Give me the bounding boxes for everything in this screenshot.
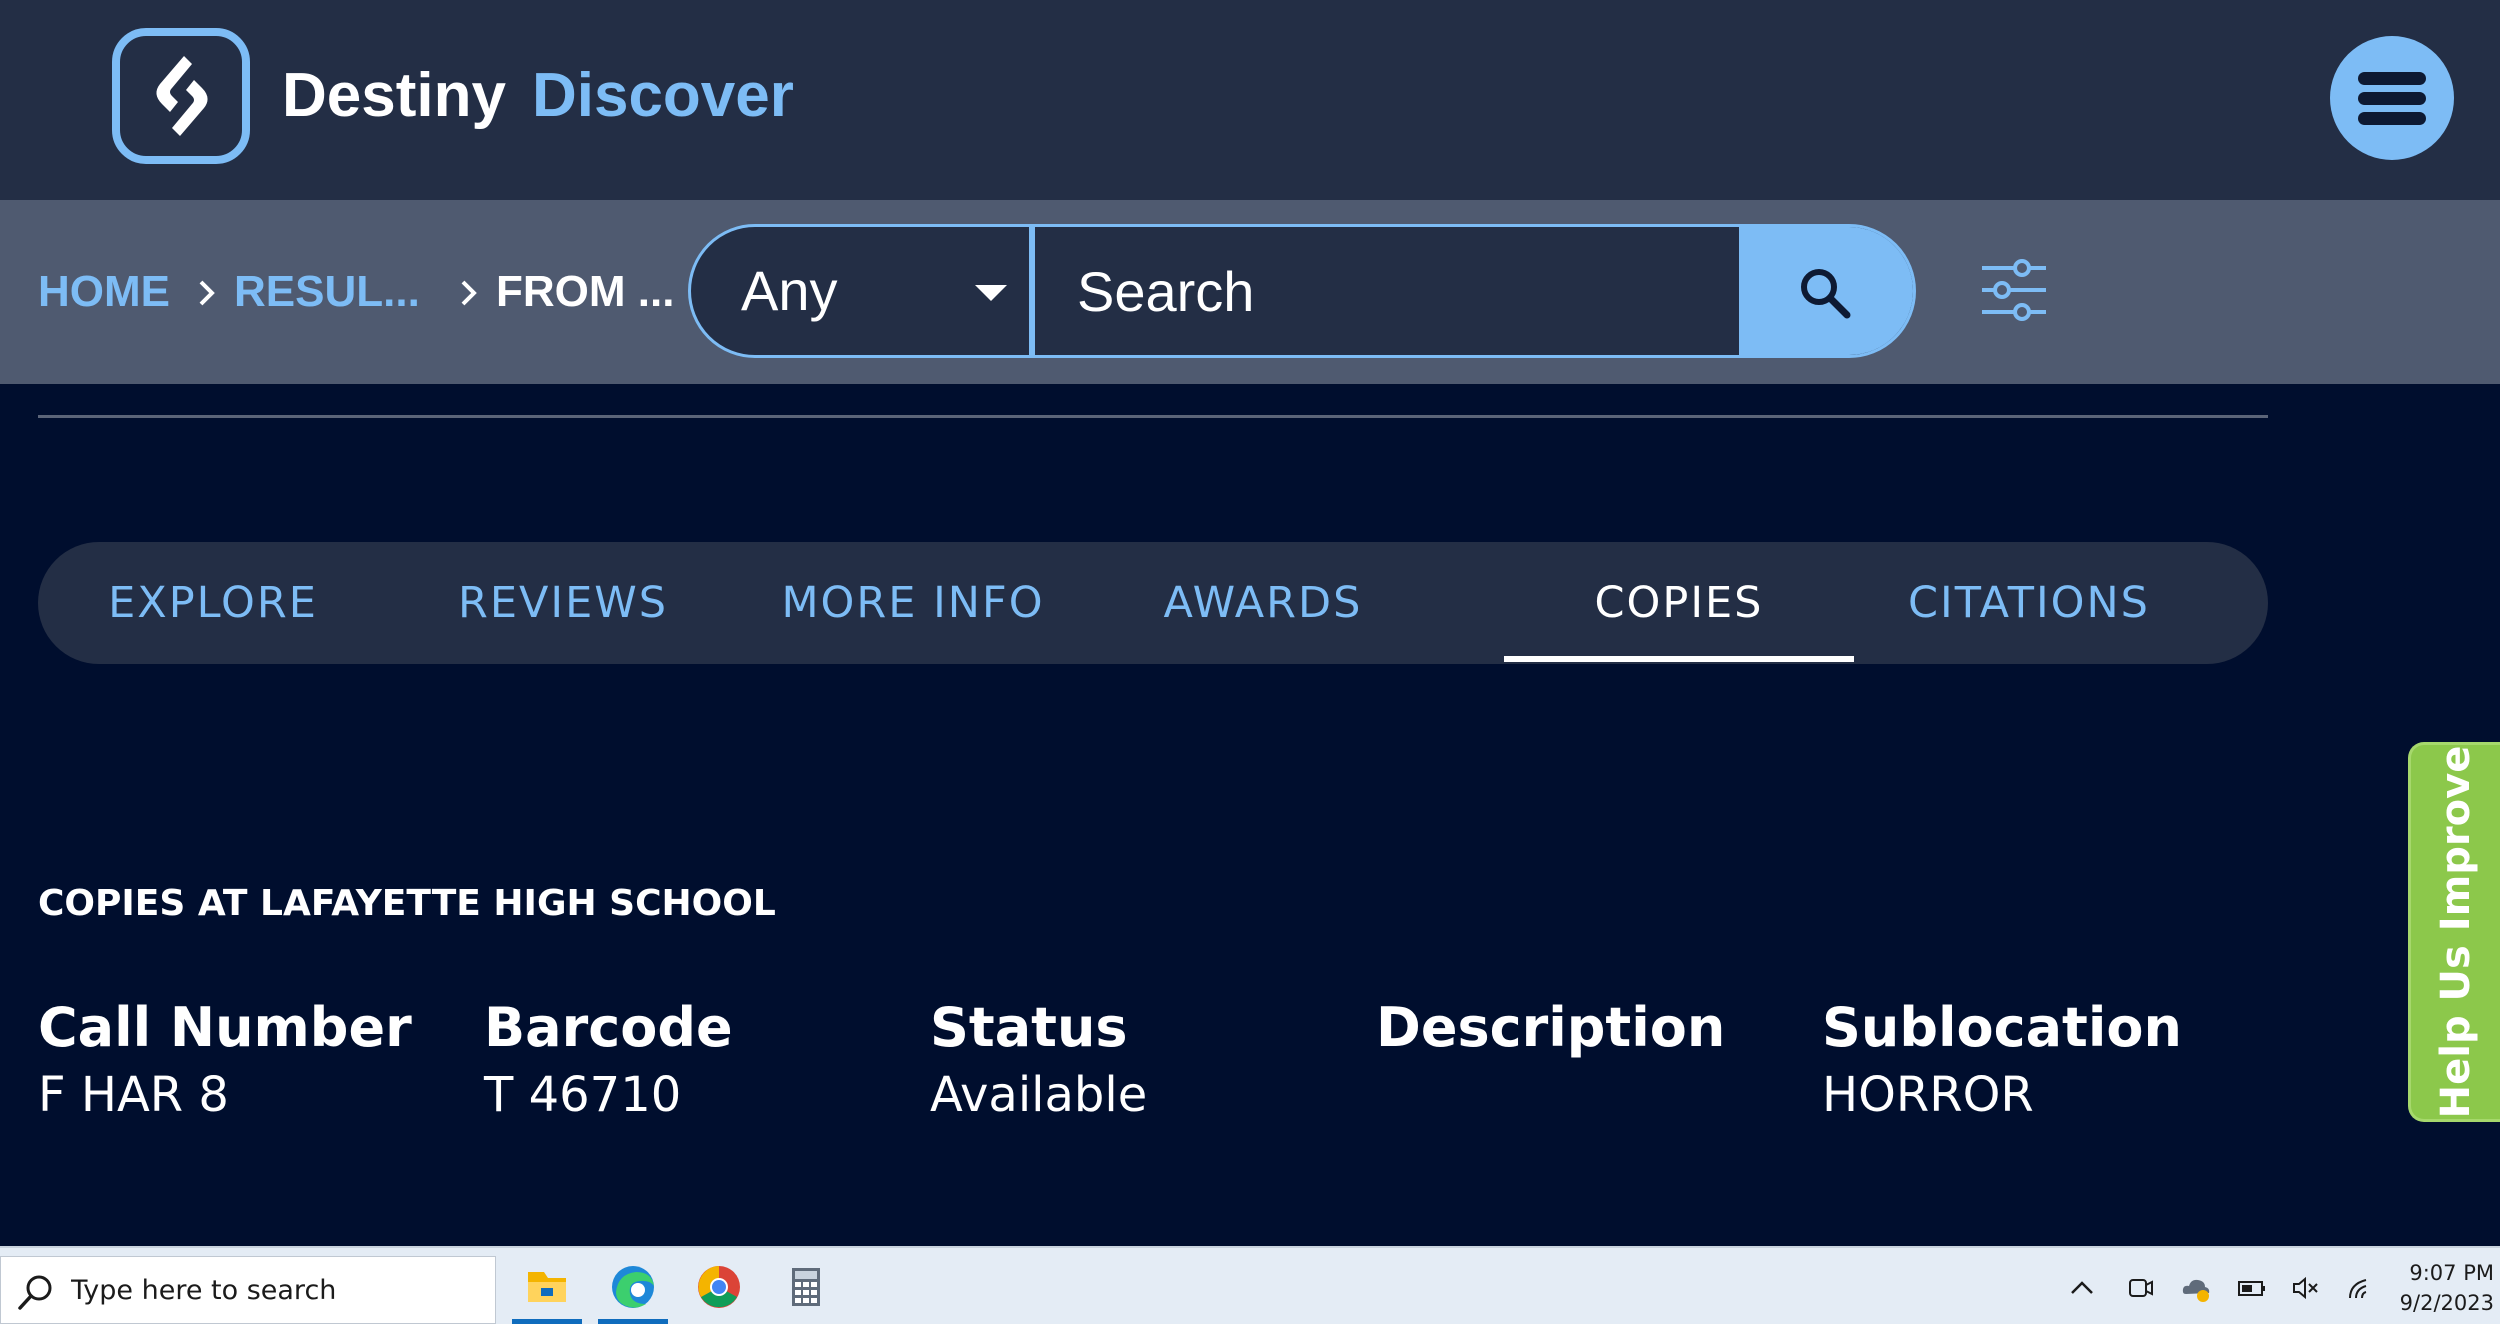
column-value: Available [930, 1067, 1148, 1123]
taskbar-search-input[interactable] [71, 1267, 481, 1313]
tab-awards[interactable]: AWARDS [1088, 542, 1438, 664]
section-divider [38, 415, 2268, 418]
copies-column-status: Status Available [930, 994, 1147, 1128]
sliders-filter-icon[interactable] [1978, 254, 2050, 326]
calculator-icon[interactable] [766, 1254, 844, 1324]
search-box: Any [688, 224, 1916, 358]
copies-column-sublocation: Sublocation HORROR [1822, 994, 2182, 1128]
search-button[interactable] [1739, 227, 1913, 355]
app-header: Destiny Discover [0, 0, 2500, 200]
volume-muted-icon[interactable] [2290, 1272, 2322, 1304]
destiny-logo-icon[interactable] [112, 28, 250, 164]
tab-reviews[interactable]: REVIEWS [388, 542, 738, 664]
search-scope-select[interactable]: Any [691, 227, 1035, 355]
copies-column-barcode: Barcode T 46710 [484, 994, 733, 1128]
detail-tabs: EXPLORE REVIEWS MORE INFO AWARDS COPIES … [38, 542, 2268, 664]
app-root: Destiny Discover HOME RESUL... FROM ... A… [0, 0, 2500, 1324]
tab-more-info[interactable]: MORE INFO [738, 542, 1088, 664]
edge-browser-icon[interactable] [594, 1254, 672, 1324]
chevron-right-icon [461, 280, 477, 306]
breadcrumb-home[interactable]: HOME [38, 264, 170, 320]
search-scope-value: Any [741, 259, 838, 322]
chevron-right-icon [199, 280, 215, 306]
breadcrumb-current: FROM ... [496, 267, 675, 316]
column-header: Status [930, 996, 1128, 1059]
tab-explore[interactable]: EXPLORE [38, 542, 388, 664]
column-value: HORROR [1822, 1067, 2034, 1123]
copies-column-call-number: Call Number F HAR 8 [38, 994, 412, 1128]
search-input[interactable] [1041, 227, 1737, 355]
copies-heading: COPIES AT LAFAYETTE HIGH SCHOOL [38, 883, 776, 924]
copies-column-description: Description [1376, 994, 1725, 1062]
column-value: T 46710 [484, 1067, 682, 1123]
onedrive-warning-icon[interactable] [2180, 1272, 2212, 1304]
brand-name-secondary: Discover [531, 61, 794, 130]
brand-name-primary: Destiny [282, 61, 506, 130]
search-icon [1801, 269, 1851, 319]
caret-down-icon [975, 285, 1007, 301]
taskbar-clock[interactable]: 9:07 PM 9/2/2023 [2390, 1258, 2494, 1318]
column-value: F HAR 8 [38, 1067, 229, 1123]
hamburger-menu-icon[interactable] [2330, 36, 2454, 160]
search-bar-row: HOME RESUL... FROM ... Any [0, 200, 2500, 384]
column-header: Description [1376, 996, 1726, 1059]
clock-time: 9:07 PM [2409, 1261, 2494, 1285]
help-us-improve-label: Help Us Improve [2432, 745, 2479, 1119]
column-header: Barcode [484, 996, 733, 1059]
taskbar-search[interactable] [0, 1256, 496, 1324]
chevron-up-icon[interactable] [2066, 1272, 2098, 1304]
column-header: Call Number [38, 996, 412, 1059]
help-us-improve-button[interactable]: Help Us Improve [2408, 742, 2500, 1122]
breadcrumb-results[interactable]: RESUL... [234, 264, 420, 320]
brand-name: Destiny Discover [282, 58, 794, 134]
battery-icon[interactable] [2236, 1272, 2268, 1304]
tab-copies[interactable]: COPIES [1504, 542, 1854, 664]
network-icon[interactable] [2346, 1272, 2378, 1304]
file-explorer-icon[interactable] [508, 1254, 586, 1324]
column-header: Sublocation [1822, 996, 2182, 1059]
os-taskbar: 9:07 PM 9/2/2023 [0, 1246, 2500, 1324]
meet-now-icon[interactable] [2124, 1272, 2156, 1304]
tab-citations[interactable]: CITATIONS [1854, 542, 2204, 664]
clock-date: 9/2/2023 [2399, 1291, 2494, 1315]
chrome-browser-icon[interactable] [680, 1254, 758, 1324]
search-icon [18, 1275, 52, 1310]
